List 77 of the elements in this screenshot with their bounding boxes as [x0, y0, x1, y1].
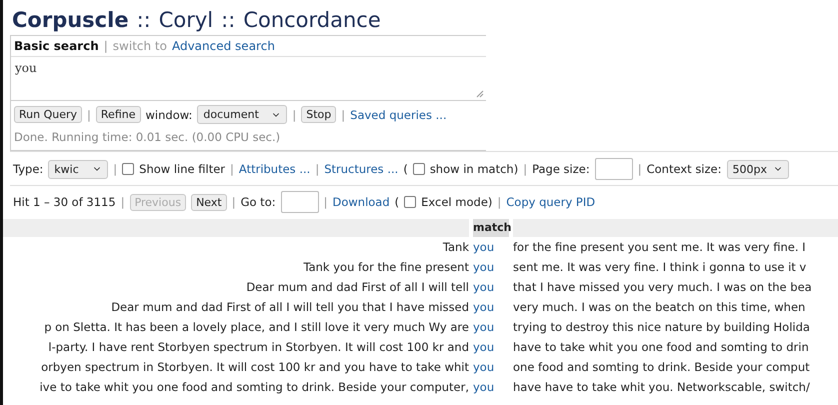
right-context: sent me. It was very fine. I think i gonna to use it v: [513, 260, 806, 274]
right-context: for the fine present you sent me. It was very fine. I: [513, 240, 806, 254]
separator: |: [292, 108, 296, 122]
match-word[interactable]: you: [473, 340, 494, 354]
button[interactable]: Run Query: [14, 106, 82, 123]
checkbox[interactable]: [404, 196, 416, 208]
separator: ::: [136, 8, 151, 32]
left-context: l-party. I have rent Storbyen spectrum in Storbyen. It will cost 100 kr and: [48, 340, 469, 354]
match-word[interactable]: you: [473, 320, 494, 334]
separator: |: [497, 195, 502, 209]
button[interactable]: Next: [191, 194, 227, 210]
left-context: Tank: [442, 240, 469, 254]
right-context: have to take whit you one food and somting to drin: [513, 340, 809, 354]
corpus-name: Coryl: [158, 8, 214, 32]
right-context: very much. I was on the beatch on this time, when: [513, 300, 806, 314]
link[interactable]: Attributes ...: [238, 162, 310, 176]
checkbox-label: Show line filter: [139, 162, 226, 176]
dropdown[interactable]: document: [197, 105, 288, 124]
match-word[interactable]: you: [473, 240, 494, 254]
right-context: have have to take whit you. Networkscable, switch/: [513, 380, 810, 394]
checkbox-label: Excel mode): [421, 195, 492, 209]
match-word[interactable]: you: [473, 260, 494, 274]
switch-text: switch to: [112, 39, 167, 53]
match-word[interactable]: you: [473, 380, 494, 394]
button[interactable]: Refine: [96, 106, 140, 123]
match-word[interactable]: you: [473, 280, 494, 294]
left-context: orbyen spectrum in Storbyen. It will cost 100 kr and you have to take whit: [41, 360, 469, 374]
label: (: [403, 162, 408, 176]
separator: |: [230, 162, 234, 176]
checkbox[interactable]: [122, 163, 134, 175]
separator: |: [87, 108, 91, 122]
search-mode: Basic search: [14, 39, 99, 53]
input-field[interactable]: [280, 191, 319, 213]
separator: |: [341, 108, 346, 122]
status-text: Done. Running time: 0.01 sec. (0.00 CPU sec.): [13, 129, 282, 146]
link[interactable]: Download: [332, 195, 390, 209]
query-field[interactable]: you: [11, 57, 486, 101]
match-word[interactable]: you: [473, 300, 494, 314]
separator: ::: [221, 8, 236, 32]
right-context: one food and somting to drink. Beside your comput: [513, 360, 810, 374]
separator: |: [232, 195, 236, 209]
label: Hit 1 – 30 of 3115: [13, 195, 116, 209]
left-context: p on Sletta. It has been a lovely place, and I still love it very much Wy are: [44, 320, 469, 334]
label: Context size:: [646, 162, 722, 176]
left-context: Dear mum and dad First of all I will tell: [246, 280, 469, 294]
left-context: Tank you for the fine present: [303, 260, 469, 274]
page-title: Concordance: [243, 8, 381, 32]
resize-handle-icon: [475, 89, 484, 98]
left-context: Dear mum and dad First of all I will tell you that I have missed: [111, 300, 469, 314]
label: Type:: [13, 162, 44, 176]
link[interactable]: Copy query PID: [506, 195, 596, 209]
separator: |: [113, 162, 118, 176]
checkbox[interactable]: [412, 163, 425, 175]
right-context: trying to destroy this nice nature by building Holida: [513, 320, 810, 334]
checkbox-label: show in match): [430, 162, 518, 176]
app-title: Corpuscle: [12, 8, 129, 32]
match-word[interactable]: you: [473, 360, 494, 374]
separator: |: [315, 162, 320, 176]
label: (: [394, 195, 400, 209]
link[interactable]: Saved queries ...: [350, 108, 447, 122]
input-field[interactable]: [594, 158, 633, 180]
left-context: ive to take whit you one food and somting to drink. Beside your computer,: [40, 380, 469, 394]
separator: |: [120, 195, 125, 209]
link[interactable]: Structures ...: [324, 162, 398, 176]
button[interactable]: Stop: [301, 106, 336, 123]
right-context: that I have missed you very much. I was on the bea: [513, 280, 812, 294]
dropdown[interactable]: 500px: [726, 160, 789, 178]
separator: |: [638, 162, 642, 176]
advanced-search-link[interactable]: Advanced search: [172, 39, 275, 53]
separator: |: [523, 162, 528, 176]
label: Page size:: [532, 162, 590, 176]
separator: |: [324, 195, 328, 209]
dropdown[interactable]: kwic: [48, 160, 108, 178]
separator: |: [104, 39, 108, 53]
label: Go to:: [240, 195, 276, 209]
column-header: match: [473, 219, 509, 237]
label: window:: [146, 108, 192, 122]
